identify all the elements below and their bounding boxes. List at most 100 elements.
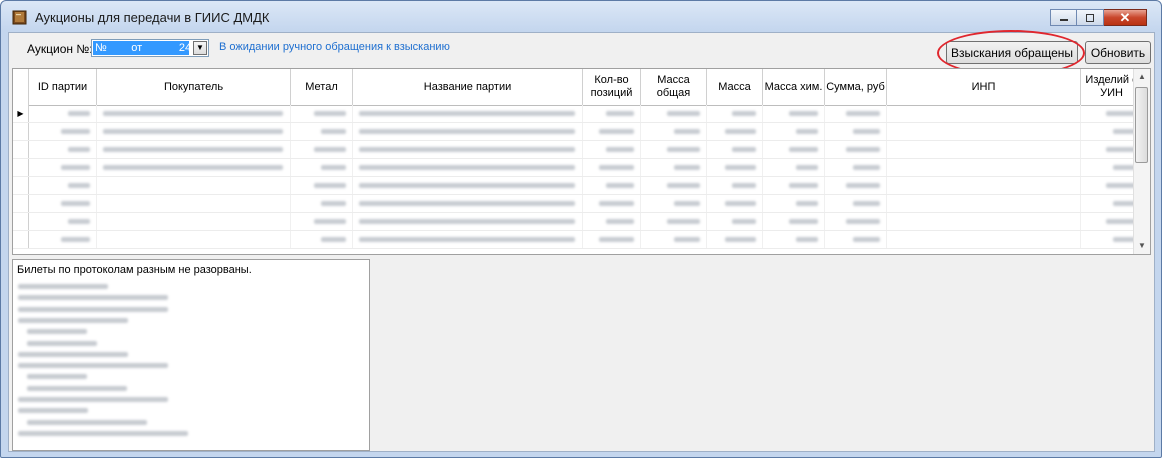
table-cell [353,141,583,158]
redacted-value [61,201,90,206]
redacted-value [674,165,700,170]
row-selector[interactable] [13,159,29,176]
table-cell [763,159,825,176]
column-header[interactable]: ИНП [887,69,1081,105]
table-cell [353,177,583,194]
redacted-value [321,237,346,242]
table-cell [763,177,825,194]
table-cell [763,195,825,212]
redacted-value [1106,183,1136,188]
column-header[interactable]: ID партии [29,69,97,105]
scroll-down-icon[interactable]: ▼ [1134,238,1150,254]
table-cell [97,105,291,122]
scroll-up-icon[interactable]: ▲ [1134,69,1150,85]
table-body: ▶ [13,105,1143,249]
table-cell [291,123,353,140]
redacted-value [796,129,818,134]
table-cell [353,195,583,212]
column-header[interactable]: Покупатель [97,69,291,105]
memo-first-line: Билеты по протоколам разным не разорваны… [17,264,252,276]
table-cell [97,141,291,158]
table-row[interactable] [13,141,1143,159]
client-area: Аукцион №: № от 24 ▼ В ожидании ручного … [8,30,1155,452]
redacted-value [796,165,818,170]
scroll-thumb[interactable] [1135,87,1148,163]
row-selector-header [13,69,29,105]
table-scrollbar[interactable]: ▲ ▼ [1133,69,1150,254]
table-cell [291,141,353,158]
refresh-button[interactable]: Обновить [1085,41,1151,64]
table-row[interactable] [13,177,1143,195]
column-header[interactable]: Масса общая [641,69,707,105]
close-button[interactable]: ✕ [1104,9,1147,26]
window-controls: ✕ [1050,9,1147,26]
table-cell [583,159,641,176]
row-selector[interactable] [13,195,29,212]
table-cell [583,177,641,194]
table-cell [29,177,97,194]
column-header[interactable]: Масса [707,69,763,105]
column-header[interactable]: Метал [291,69,353,105]
column-header[interactable]: Название партии [353,69,583,105]
redacted-value [103,129,283,134]
lots-table[interactable]: ID партии Покупатель Метал Название партии К… [12,68,1151,255]
column-header[interactable]: Кол-во позиций [583,69,641,105]
table-cell [825,141,887,158]
row-selector[interactable] [13,213,29,230]
redacted-value [359,237,575,242]
table-cell [29,195,97,212]
info-memo[interactable]: Билеты по протоколам разным не разорваны… [12,259,370,451]
maximize-button[interactable] [1077,9,1104,26]
table-row[interactable] [13,123,1143,141]
redacted-value [725,165,756,170]
table-cell [353,213,583,230]
table-cell [707,141,763,158]
table-cell [641,213,707,230]
table-row[interactable] [13,159,1143,177]
table-cell [291,177,353,194]
row-selector[interactable]: ▶ [13,105,29,122]
table-cell [641,141,707,158]
redacted-line [18,408,88,414]
row-selector[interactable] [13,177,29,194]
redacted-value [789,147,818,152]
auction-select[interactable]: № от 24 ▼ [91,39,209,57]
title-bar: Аукционы для передачи в ГИИС ДМДК ✕ [1,1,1161,31]
redacted-value [853,129,880,134]
redacted-line [27,374,87,380]
auction-label: Аукцион №: [27,42,93,56]
table-cell [887,177,1081,194]
column-header[interactable]: Масса хим. [763,69,825,105]
redacted-value [68,111,90,116]
redacted-value [606,219,634,224]
redacted-value [789,183,818,188]
table-row[interactable]: ▶ [13,105,1143,123]
redacted-value [61,237,90,242]
redacted-value [103,147,283,152]
window-title: Аукционы для передачи в ГИИС ДМДК [35,10,270,25]
vzyskaniya-button[interactable]: Взыскания обращены [946,41,1078,64]
row-selector[interactable] [13,231,29,248]
table-cell [97,159,291,176]
redacted-value [359,219,575,224]
chevron-down-icon[interactable]: ▼ [193,41,207,55]
column-header[interactable]: Сумма, руб [825,69,887,105]
table-cell [291,159,353,176]
row-selector[interactable] [13,141,29,158]
table-cell [825,123,887,140]
redacted-value [846,147,880,152]
table-row[interactable] [13,213,1143,231]
table-row[interactable] [13,231,1143,249]
table-cell [583,213,641,230]
table-cell [707,213,763,230]
minimize-button[interactable] [1050,9,1077,26]
table-row[interactable] [13,195,1143,213]
redacted-value [789,219,818,224]
main-window: Аукционы для передачи в ГИИС ДМДК ✕ Аукц… [0,0,1162,458]
table-cell [583,123,641,140]
redacted-value [796,237,818,242]
table-cell [29,123,97,140]
table-cell [29,213,97,230]
row-selector[interactable] [13,123,29,140]
table-cell [97,177,291,194]
